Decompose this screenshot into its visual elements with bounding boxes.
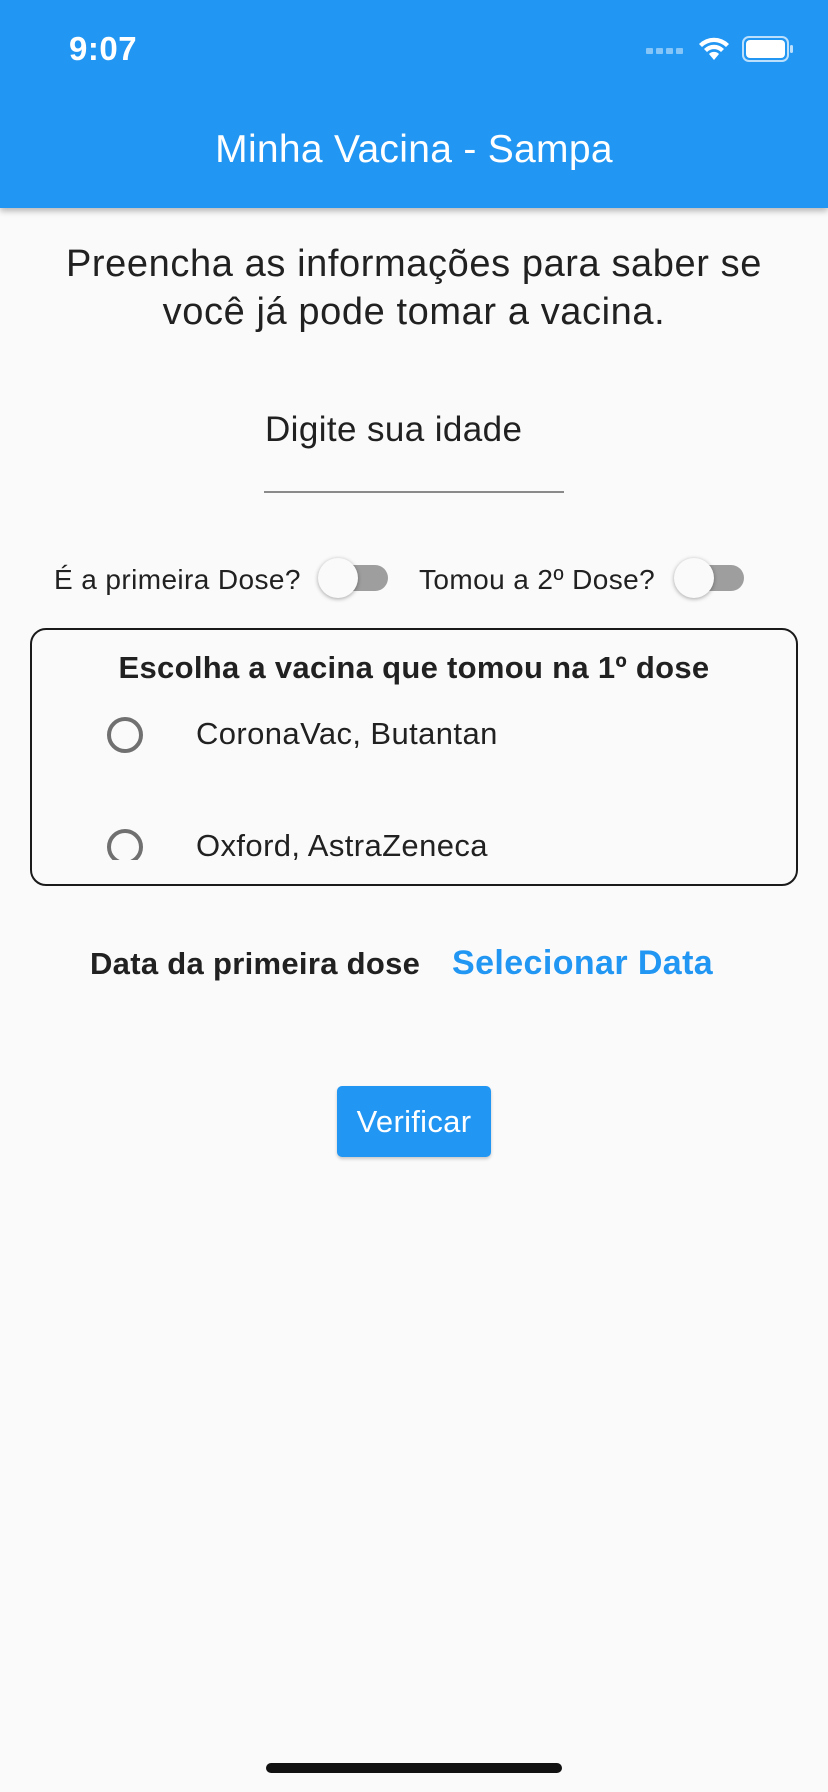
intro-text: Preencha as informações para saber se vo…	[65, 243, 762, 333]
radio-unchecked-icon[interactable]	[107, 717, 143, 753]
vaccine-selector-title: Escolha a vacina que tomou na 1º dose	[118, 650, 710, 685]
status-time: 9:07	[69, 30, 138, 67]
verify-button[interactable]: Verificar	[337, 1086, 491, 1157]
switch-thumb	[674, 558, 714, 598]
wifi-icon	[699, 37, 729, 60]
vaccine-option-coronavac[interactable]: CoronaVac, Butantan	[32, 700, 796, 770]
first-dose-switch[interactable]	[318, 556, 390, 598]
home-indicator	[266, 1763, 562, 1773]
vaccine-option-label: CoronaVac, Butantan	[196, 716, 498, 751]
vaccine-selector: Escolha a vacina que tomou na 1º dose Co…	[30, 628, 798, 886]
second-dose-switch[interactable]	[674, 556, 746, 598]
first-dose-date-row: Data da primeira dose Selecionar Data	[0, 944, 828, 988]
first-dose-date-label: Data da primeira dose	[90, 946, 421, 981]
age-input[interactable]: Digite sua idade	[264, 400, 564, 493]
vaccine-option-label: Oxford, AstraZeneca	[196, 828, 488, 860]
second-dose-label: Tomou a 2º Dose?	[419, 564, 656, 595]
select-date-button[interactable]: Selecionar Data	[452, 944, 713, 983]
switch-thumb	[318, 558, 358, 598]
vaccine-option-astrazeneca[interactable]: Oxford, AstraZeneca	[32, 812, 796, 860]
page-title: Minha Vacina - Sampa	[215, 128, 613, 171]
app-bar: 9:07 Minha Vacina - Sampa	[0, 0, 828, 208]
dose-toggles-row: É a primeira Dose? Tomou a 2º Dose?	[0, 556, 828, 604]
status-icons	[646, 34, 794, 64]
signal-icon	[646, 48, 683, 54]
radio-unchecked-icon[interactable]	[107, 829, 143, 860]
first-dose-label: É a primeira Dose?	[54, 564, 301, 595]
battery-icon	[742, 36, 793, 62]
age-input-placeholder: Digite sua idade	[265, 410, 523, 449]
vaccine-options-list[interactable]: CoronaVac, Butantan Oxford, AstraZeneca	[32, 700, 796, 860]
